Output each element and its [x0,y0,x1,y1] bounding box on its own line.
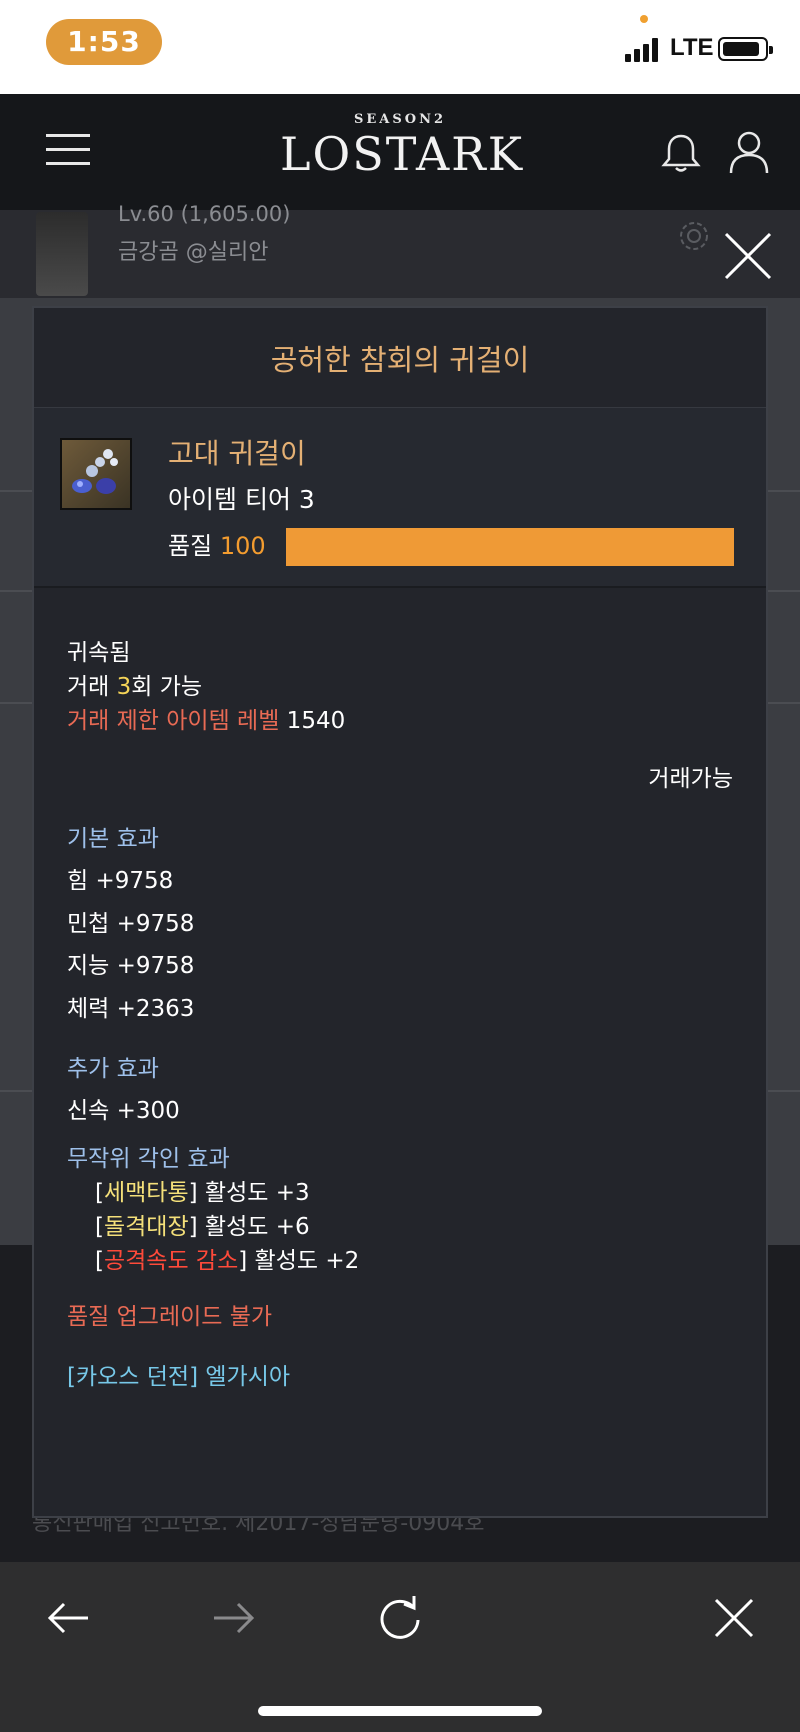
user-icon[interactable] [728,130,770,174]
bell-icon[interactable] [660,132,702,174]
character-name: 금강곰 @실리안 [118,240,269,265]
quality-label: 품질 100 [168,526,266,561]
bracket: [ [95,1179,104,1206]
item-tier: 아이템 티어 3 [168,485,315,514]
trade-count-line: 거래 3회 가능 [67,670,733,704]
engraving-item: [공격속도 감소] 활성도 +2 [67,1244,733,1278]
quality-label-text: 품질 [168,532,213,560]
site-header: SEASON2 LOSTARK [0,94,800,210]
trade-limit-line: 거래 제한 아이템 레벨 1540 [67,704,733,738]
engraving-name: 돌격대장 [103,1213,189,1240]
mic-indicator-dot [640,15,648,23]
earring-icon [60,438,132,510]
signal-icon [625,36,659,62]
engraving-item: [돌격대장] 활성도 +6 [67,1210,733,1244]
trade-prefix: 거래 [67,674,117,700]
battery-icon [718,37,773,61]
network-label: LTE [670,34,714,61]
basic-effect-item: 힘 +9758 [67,868,174,894]
trade-suffix: 회 가능 [131,674,203,700]
bound-status: 귀속됨 [67,640,131,666]
forward-arrow-icon[interactable] [208,1592,260,1644]
item-grade: 고대 귀걸이 [168,437,306,470]
logo-main-text: LOSTARK [280,127,525,181]
character-level: Lv.60 (1,605.00) [118,202,291,226]
gear-icon [680,222,708,250]
basic-effect-item: 지능 +9758 [67,953,195,979]
quality-bar-fill [286,528,734,566]
bracket: ] [188,1213,198,1240]
item-source: [카오스 던전] 엘가시아 [67,1363,291,1390]
bracket: [ [95,1213,104,1240]
character-bar: Lv.60 (1,605.00) 금강곰 @실리안 [0,202,800,298]
item-tooltip: 공허한 참회의 귀걸이 고대 귀걸이 아이템 티어 3 품질 100 귀속됨 거… [32,306,768,1518]
engraving-name: 세맥타통 [103,1179,189,1206]
close-icon[interactable] [720,228,776,284]
basic-effect-item: 민첩 +9758 [67,910,195,937]
engraving-name: 공격속도 감소 [103,1247,239,1274]
logo-season-text: SEASON2 [353,112,447,127]
tooltip-body: 귀속됨 거래 3회 가능 거래 제한 아이템 레벨 1540 거래가능 기본 효… [34,588,766,1394]
reload-icon[interactable] [374,1592,426,1644]
trade-count: 3 [116,674,132,700]
quality-bar [286,528,734,566]
item-summary: 고대 귀걸이 아이템 티어 3 품질 100 [34,408,766,588]
lostark-logo[interactable]: SEASON2 LOSTARK [280,112,525,192]
upgrade-note: 품질 업그레이드 불가 [67,1303,273,1330]
status-bar: 1:53 LTE [0,0,800,94]
basic-effect-title: 기본 효과 [67,826,159,852]
basic-effect-item: 체력 +2363 [67,995,195,1022]
trade-limit-value: 1540 [279,708,346,734]
tradeable-status: 거래가능 [648,766,733,792]
back-arrow-icon[interactable] [42,1592,94,1644]
engraving-activity: 활성도 +6 [197,1213,310,1240]
bracket: ] [238,1247,248,1274]
item-name: 공허한 참회의 귀걸이 [270,342,530,377]
close-browser-icon[interactable] [708,1592,760,1644]
bracket: [ [95,1247,104,1274]
engraving-title: 무작위 각인 효과 [67,1145,230,1172]
trade-limit-label: 거래 제한 아이템 레벨 [67,708,280,734]
extra-effect-title: 추가 효과 [67,1055,159,1082]
quality-value: 100 [219,532,266,560]
status-time: 1:53 [46,19,162,65]
engraving-item: [세맥타통] 활성도 +3 [67,1176,733,1210]
character-avatar [36,212,88,296]
bracket: ] [188,1179,198,1206]
engraving-activity: 활성도 +3 [197,1179,310,1206]
engraving-activity: 활성도 +2 [247,1247,360,1274]
browser-toolbar [0,1562,800,1732]
menu-icon[interactable] [46,134,90,166]
home-indicator[interactable] [258,1706,542,1716]
tooltip-header: 공허한 참회의 귀걸이 [34,308,766,408]
extra-effect-item: 신속 +300 [67,1097,180,1124]
